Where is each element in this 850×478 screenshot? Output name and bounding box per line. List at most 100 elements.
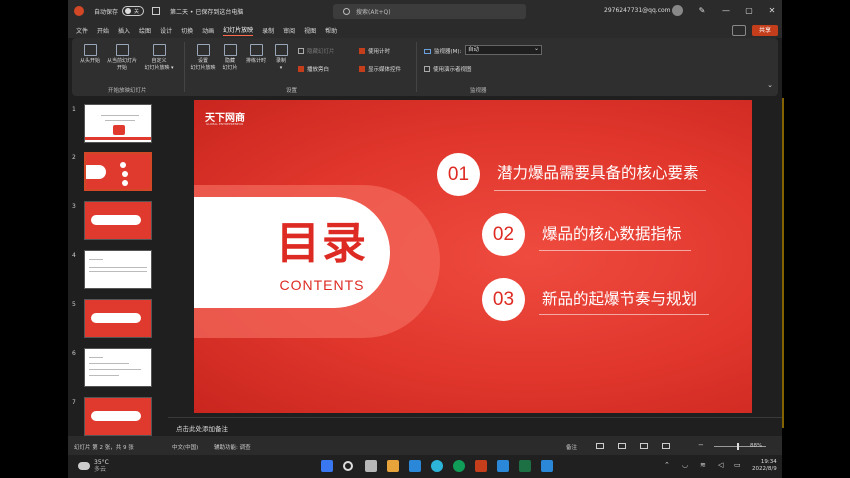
store-icon[interactable]: [409, 460, 421, 472]
autosave-label: 自动保存: [94, 8, 119, 16]
search-icon[interactable]: [343, 461, 353, 471]
account-email[interactable]: 2976247731@qq.com: [604, 7, 671, 14]
rehearse-timings-button[interactable]: 排练计时: [242, 44, 270, 65]
edge-icon[interactable]: [431, 460, 443, 472]
slide-thumbnail-pane: 1 2 3 4 5 6 7: [68, 98, 156, 436]
excel-icon[interactable]: [519, 460, 531, 472]
from-current-button[interactable]: 从当前幻灯片 开始: [104, 44, 140, 72]
close-button[interactable]: ✕: [766, 5, 778, 17]
hide-slide-checkbox[interactable]: 隐藏幻灯片: [298, 47, 335, 55]
start-icon[interactable]: [321, 460, 333, 472]
avatar[interactable]: [672, 5, 683, 16]
thumbnail-4[interactable]: 4: [72, 250, 156, 292]
zoom-level[interactable]: 88%: [750, 443, 762, 449]
reading-view-icon[interactable]: [640, 443, 648, 449]
slide-thumbnail: [84, 348, 152, 387]
task-view-icon[interactable]: [365, 460, 377, 472]
chrome-icon[interactable]: [453, 460, 465, 472]
zoom-slider-handle[interactable]: [737, 443, 739, 450]
notes-input[interactable]: 点击此处添加备注: [168, 417, 782, 435]
tab-help[interactable]: 帮助: [325, 26, 337, 35]
thumb-text-line: [105, 120, 135, 121]
weather-widget[interactable]: 35°C 多云: [78, 459, 109, 473]
tab-file[interactable]: 文件: [76, 26, 88, 35]
slide-canvas[interactable]: 天下网商 GLOBAL ENTREPRENEUR 目录 CONTENTS 01 …: [194, 100, 752, 413]
todo-icon[interactable]: [541, 460, 553, 472]
thumbnail-1[interactable]: 1: [72, 104, 156, 146]
taskbar: 35°C 多云 ⌃ ◡ ≋ ◁ ▭ 19:34 2022/8/9: [68, 455, 782, 478]
tab-insert[interactable]: 插入: [118, 26, 130, 35]
thumbnail-3[interactable]: 3: [72, 201, 156, 243]
thumbnail-number: 5: [72, 301, 76, 308]
item-underline-3: [539, 314, 709, 315]
clock-time: 19:34: [760, 459, 777, 465]
tab-review[interactable]: 审阅: [283, 26, 295, 35]
custom-slideshow-button[interactable]: 自定义 幻灯片放映 ▾: [140, 44, 178, 72]
thumbnail-6[interactable]: 6: [72, 348, 156, 390]
thumb-graphic: [113, 125, 125, 135]
use-timings-checkbox[interactable]: 使用计时: [359, 47, 390, 55]
tab-transitions[interactable]: 切换: [181, 26, 193, 35]
tab-slideshow[interactable]: 幻灯片放映: [223, 25, 254, 36]
hide-label-2: 幻灯片: [222, 65, 238, 71]
presenter-view-label: 使用演示者视图: [433, 67, 472, 73]
setup-slideshow-button[interactable]: 设置 幻灯片放映: [188, 44, 218, 72]
notes-toggle-button[interactable]: 备注: [566, 443, 577, 451]
tab-view[interactable]: 视图: [304, 26, 316, 35]
presenter-view-checkbox[interactable]: 使用演示者视图: [424, 65, 472, 73]
minimize-button[interactable]: —: [720, 5, 732, 17]
collapse-ribbon-icon[interactable]: ⌄: [766, 82, 774, 89]
language-status[interactable]: 中文(中国): [172, 443, 198, 451]
hide-slide-check-label: 隐藏幻灯片: [307, 49, 335, 55]
from-beginning-button[interactable]: 从头开始: [76, 44, 104, 65]
powerpoint-icon[interactable]: [475, 460, 487, 472]
network-icon[interactable]: ◡: [682, 461, 688, 469]
tab-record[interactable]: 录制: [262, 26, 274, 35]
save-icon[interactable]: [152, 7, 161, 15]
monitor-select[interactable]: 自动: [465, 44, 542, 55]
wifi-icon[interactable]: ≋: [700, 461, 706, 469]
thumbnail-2[interactable]: 2: [72, 152, 156, 194]
thumbnail-7[interactable]: 7: [72, 397, 156, 439]
search-input[interactable]: 搜索(Alt+Q): [333, 4, 526, 19]
tab-draw[interactable]: 绘图: [139, 26, 151, 35]
tray-overflow-icon[interactable]: ⌃: [664, 461, 670, 469]
checkbox-box: [424, 66, 430, 72]
file-explorer-icon[interactable]: [387, 460, 399, 472]
slide-counter: 幻灯片 第 2 张，共 9 张: [74, 445, 134, 451]
pen-icon[interactable]: ✎: [696, 5, 708, 17]
checkbox-checked: [359, 48, 365, 54]
record-button[interactable]: 录制 ▾: [270, 44, 292, 72]
setup-icon: [196, 44, 210, 56]
thumbnail-number: 4: [72, 252, 76, 259]
play-narration-label: 播放旁白: [307, 67, 330, 73]
clock[interactable]: 19:34 2022/8/9: [752, 459, 777, 473]
app-icon[interactable]: [497, 460, 509, 472]
hide-slide-icon: [223, 44, 237, 56]
thumbnail-number: 2: [72, 154, 76, 161]
thumbnail-5[interactable]: 5: [72, 299, 156, 341]
tab-design[interactable]: 设计: [160, 26, 172, 35]
slideshow-view-icon[interactable]: [662, 443, 670, 449]
slide-sorter-icon[interactable]: [618, 443, 626, 449]
play-narration-checkbox[interactable]: 播放旁白: [298, 65, 329, 73]
comments-button[interactable]: [732, 25, 746, 36]
show-media-controls-checkbox[interactable]: 显示媒体控件: [359, 65, 401, 73]
accessibility-status[interactable]: 辅助功能: 调查: [214, 443, 251, 451]
search-placeholder: 搜索(Alt+Q): [356, 9, 391, 16]
setup-label-1: 设置: [197, 58, 208, 64]
hide-slide-button[interactable]: 隐藏 幻灯片: [218, 44, 242, 72]
thumb-pill: [86, 165, 106, 179]
tab-home[interactable]: 开始: [97, 26, 109, 35]
tab-animations[interactable]: 动画: [202, 26, 214, 35]
thumb-text-line: [89, 259, 103, 260]
battery-icon[interactable]: ▭: [734, 461, 741, 469]
share-button[interactable]: 共享: [752, 25, 778, 36]
restore-button[interactable]: ▢: [743, 5, 755, 17]
play-from-start-icon: [83, 44, 97, 56]
normal-view-icon[interactable]: [596, 443, 604, 449]
zoom-out-icon[interactable]: −: [698, 441, 704, 449]
autosave-toggle[interactable]: 关: [122, 6, 145, 16]
from-beginning-label: 从头开始: [79, 58, 100, 64]
volume-icon[interactable]: ◁: [718, 461, 723, 469]
